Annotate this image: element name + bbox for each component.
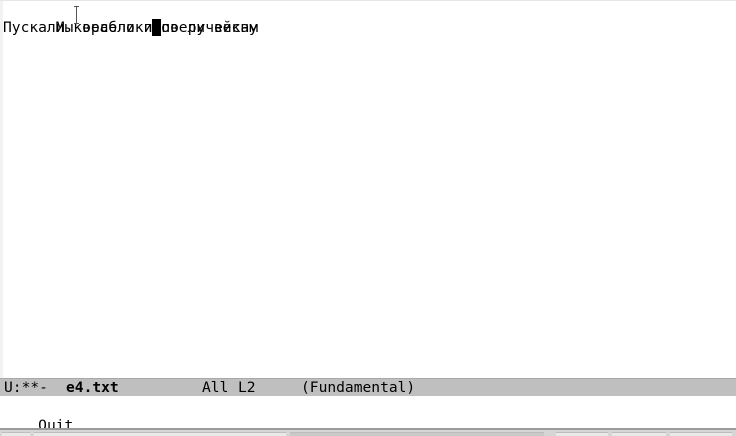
taskbar-slot-active[interactable] xyxy=(290,432,544,436)
modeline-status: U:**- xyxy=(4,379,48,396)
modeline-line-number: L2 xyxy=(238,379,256,396)
ibeam-cap-bottom xyxy=(74,23,79,24)
text-cursor-icon xyxy=(73,5,80,25)
buffer-line-2-text-after-cursor: по ручейкам xyxy=(161,19,259,36)
taskbar-slot[interactable] xyxy=(556,432,608,436)
taskbar-slot[interactable] xyxy=(34,432,286,436)
buffer-line-1[interactable]: Мы весело провели весну xyxy=(3,1,258,36)
emacs-window: Мы весело провели весну Пускали кораблик… xyxy=(0,0,736,436)
modeline-major-mode[interactable]: (Fundamental) xyxy=(301,379,415,396)
buffer-line-2[interactable]: Пускали кораблики по ручейкам xyxy=(3,19,258,37)
modeline-buffer-name[interactable]: e4.txt xyxy=(66,379,119,396)
taskbar-slot[interactable] xyxy=(612,432,666,436)
taskbar-slot[interactable] xyxy=(670,432,732,436)
mode-line[interactable]: U:**- e4.txt All L2 (Fundamental) xyxy=(0,378,736,396)
taskbar xyxy=(0,430,736,436)
ibeam-stem xyxy=(76,7,77,23)
minibuffer[interactable]: Quit xyxy=(3,396,73,434)
modeline-position: All xyxy=(202,379,229,396)
taskbar-slot[interactable] xyxy=(2,432,30,436)
text-buffer[interactable]: Мы весело провели весну Пускали кораблик… xyxy=(3,1,736,378)
